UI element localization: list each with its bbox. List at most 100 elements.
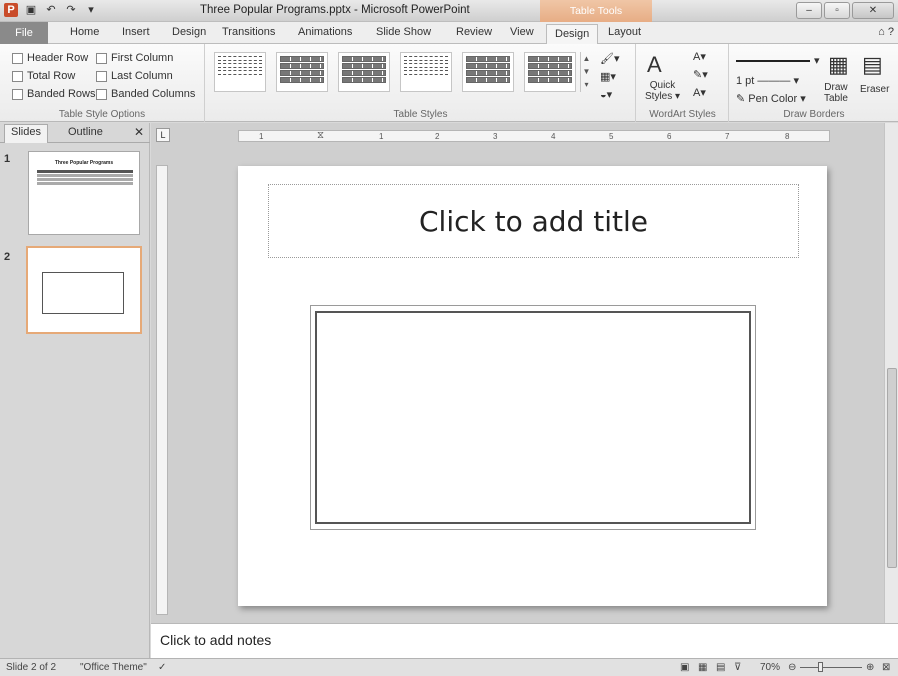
group-label-table-style-options: Table Style Options <box>58 109 146 120</box>
panel-tabs: Slides Outline ✕ <box>0 123 150 143</box>
table-tools-context-label: Table Tools <box>540 0 652 22</box>
group-draw-borders: ▾ 1 pt ——— ▾ ✎ Pen Color ▾ ▦ Draw Table ▤… <box>730 44 898 122</box>
table-style-thumbnail[interactable] <box>524 52 576 92</box>
text-fill-icon[interactable]: A▾ <box>693 50 706 63</box>
reading-view-icon[interactable]: ▤ <box>716 662 725 673</box>
eraser-button[interactable]: Eraser <box>860 84 889 95</box>
table-object[interactable] <box>310 305 756 530</box>
slide-show-icon[interactable]: ⊽ <box>734 662 741 673</box>
zoom-in-icon[interactable]: ⊕ <box>866 662 874 673</box>
ruler-number: 7 <box>725 132 730 141</box>
table-style-thumbnail[interactable] <box>400 52 452 92</box>
quick-access-toolbar: P ▣ ↶ ↷ ▾ <box>4 3 98 17</box>
tab-table-layout[interactable]: Layout <box>608 26 641 38</box>
status-bar: Slide 2 of 2 "Office Theme" ✓ ▣ ▦ ▤ ⊽ 70… <box>0 658 898 676</box>
slides-panel: Slides Outline ✕ 1 Three Popular Program… <box>0 123 150 658</box>
powerpoint-app-icon[interactable]: P <box>4 3 18 17</box>
customize-qat-icon[interactable]: ▾ <box>84 3 98 17</box>
table-style-thumbnail[interactable] <box>338 52 390 92</box>
ruler-number: 6 <box>667 132 672 141</box>
slide-number: 2 <box>4 251 11 263</box>
pen-weight-dropdown[interactable]: 1 pt ——— ▾ <box>736 74 799 87</box>
table-style-thumbnail[interactable] <box>214 52 266 92</box>
zoom-slider[interactable] <box>800 667 862 668</box>
close-icon[interactable]: ✕ <box>134 125 144 139</box>
slide-thumbnail-1[interactable]: Three Popular Programs <box>28 151 140 235</box>
normal-view-icon[interactable]: ▣ <box>680 662 689 673</box>
vertical-scrollbar[interactable] <box>884 123 898 623</box>
last-column-checkbox[interactable]: Last Column <box>96 70 173 82</box>
text-effects-icon[interactable]: A▾ <box>693 86 706 99</box>
scrollbar-thumb[interactable] <box>887 368 897 568</box>
minimize-button[interactable]: – <box>796 2 822 19</box>
tab-home[interactable]: Home <box>70 26 99 38</box>
zoom-level[interactable]: 70% <box>760 662 780 673</box>
tab-outline[interactable]: Outline <box>62 125 109 139</box>
banded-columns-checkbox[interactable]: Banded Columns <box>96 88 195 100</box>
theme-name[interactable]: "Office Theme" <box>80 662 147 673</box>
notes-placeholder[interactable]: Click to add notes <box>160 632 271 648</box>
quick-styles-button[interactable]: Quick Styles ▾ <box>645 80 680 102</box>
eraser-icon[interactable]: ▤ <box>862 52 883 78</box>
tab-insert[interactable]: Insert <box>122 26 150 38</box>
group-label-wordart-styles: WordArt Styles <box>649 109 716 120</box>
tab-file[interactable]: File <box>0 22 48 44</box>
notes-pane[interactable]: Click to add notes <box>151 623 898 658</box>
draw-table-button[interactable]: Draw Table <box>824 82 848 104</box>
zoom-out-icon[interactable]: ⊖ <box>788 662 796 673</box>
tab-slide-show[interactable]: Slide Show <box>376 26 431 38</box>
indent-marker-icon[interactable]: ⧖ <box>317 130 324 141</box>
ruler-number: 1 <box>259 132 264 141</box>
tab-slides[interactable]: Slides <box>4 124 48 143</box>
slide-sorter-icon[interactable]: ▦ <box>698 662 707 673</box>
vertical-ruler[interactable] <box>156 165 168 615</box>
pen-color-button[interactable]: ✎ Pen Color ▾ <box>736 92 806 105</box>
redo-icon[interactable]: ↷ <box>64 3 78 17</box>
slide-canvas[interactable]: Click to add title <box>238 166 827 606</box>
close-button[interactable]: ✕ <box>852 2 894 19</box>
help-icon[interactable]: ⌂ ? <box>878 26 894 38</box>
shading-icon[interactable]: 🖌▾ <box>600 52 620 65</box>
thumbnail-table-outline <box>42 272 124 314</box>
total-row-checkbox[interactable]: Total Row <box>12 70 75 82</box>
slide-number: 1 <box>4 153 11 165</box>
tab-transitions[interactable]: Transitions <box>222 26 275 38</box>
slide-thumbnail-2[interactable] <box>26 246 142 334</box>
table-body[interactable] <box>315 311 751 524</box>
horizontal-ruler[interactable]: 1 1 2 3 4 5 6 7 8 ⧖ <box>238 130 830 142</box>
title-placeholder[interactable]: Click to add title <box>268 184 799 258</box>
tab-selector-icon[interactable]: L <box>156 128 170 142</box>
save-icon[interactable]: ▣ <box>24 3 38 17</box>
tab-view[interactable]: View <box>510 26 534 38</box>
borders-icon[interactable]: ▦▾ <box>600 70 616 83</box>
undo-icon[interactable]: ↶ <box>44 3 58 17</box>
ruler-number: 5 <box>609 132 614 141</box>
ruler-number: 8 <box>785 132 790 141</box>
text-outline-icon[interactable]: ✎▾ <box>693 68 708 81</box>
group-table-styles: ▲ ▼ ▾ 🖌▾ ▦▾ ◒▾ Table Styles <box>206 44 636 122</box>
fit-to-window-icon[interactable]: ⊠ <box>882 662 890 673</box>
pen-style-arrow-icon[interactable]: ▾ <box>814 54 820 67</box>
banded-rows-checkbox[interactable]: Banded Rows <box>12 88 96 100</box>
header-row-checkbox[interactable]: Header Row <box>12 52 88 64</box>
gallery-scroll-arrows[interactable]: ▲ ▼ ▾ <box>580 52 592 92</box>
tab-table-design[interactable]: Design <box>546 24 599 45</box>
effects-icon[interactable]: ◒▾ <box>600 88 612 101</box>
tab-review[interactable]: Review <box>456 26 492 38</box>
window-title: Three Popular Programs.pptx - Microsoft … <box>200 4 470 16</box>
quick-styles-icon[interactable]: A <box>647 52 662 78</box>
thumbnail-title: Three Popular Programs <box>54 160 114 166</box>
draw-table-icon[interactable]: ▦ <box>828 52 849 78</box>
tab-design[interactable]: Design <box>172 26 206 38</box>
pen-style-dropdown[interactable] <box>736 60 810 62</box>
group-label-draw-borders: Draw Borders <box>783 109 845 120</box>
first-column-checkbox[interactable]: First Column <box>96 52 173 64</box>
tab-animations[interactable]: Animations <box>298 26 352 38</box>
ruler-number: 3 <box>493 132 498 141</box>
table-style-thumbnail[interactable] <box>276 52 328 92</box>
spell-check-icon[interactable]: ✓ <box>158 662 166 673</box>
zoom-slider-thumb[interactable] <box>818 662 823 672</box>
thumbnail-table <box>37 170 133 186</box>
maximize-button[interactable]: ▫ <box>824 2 850 19</box>
table-style-thumbnail[interactable] <box>462 52 514 92</box>
